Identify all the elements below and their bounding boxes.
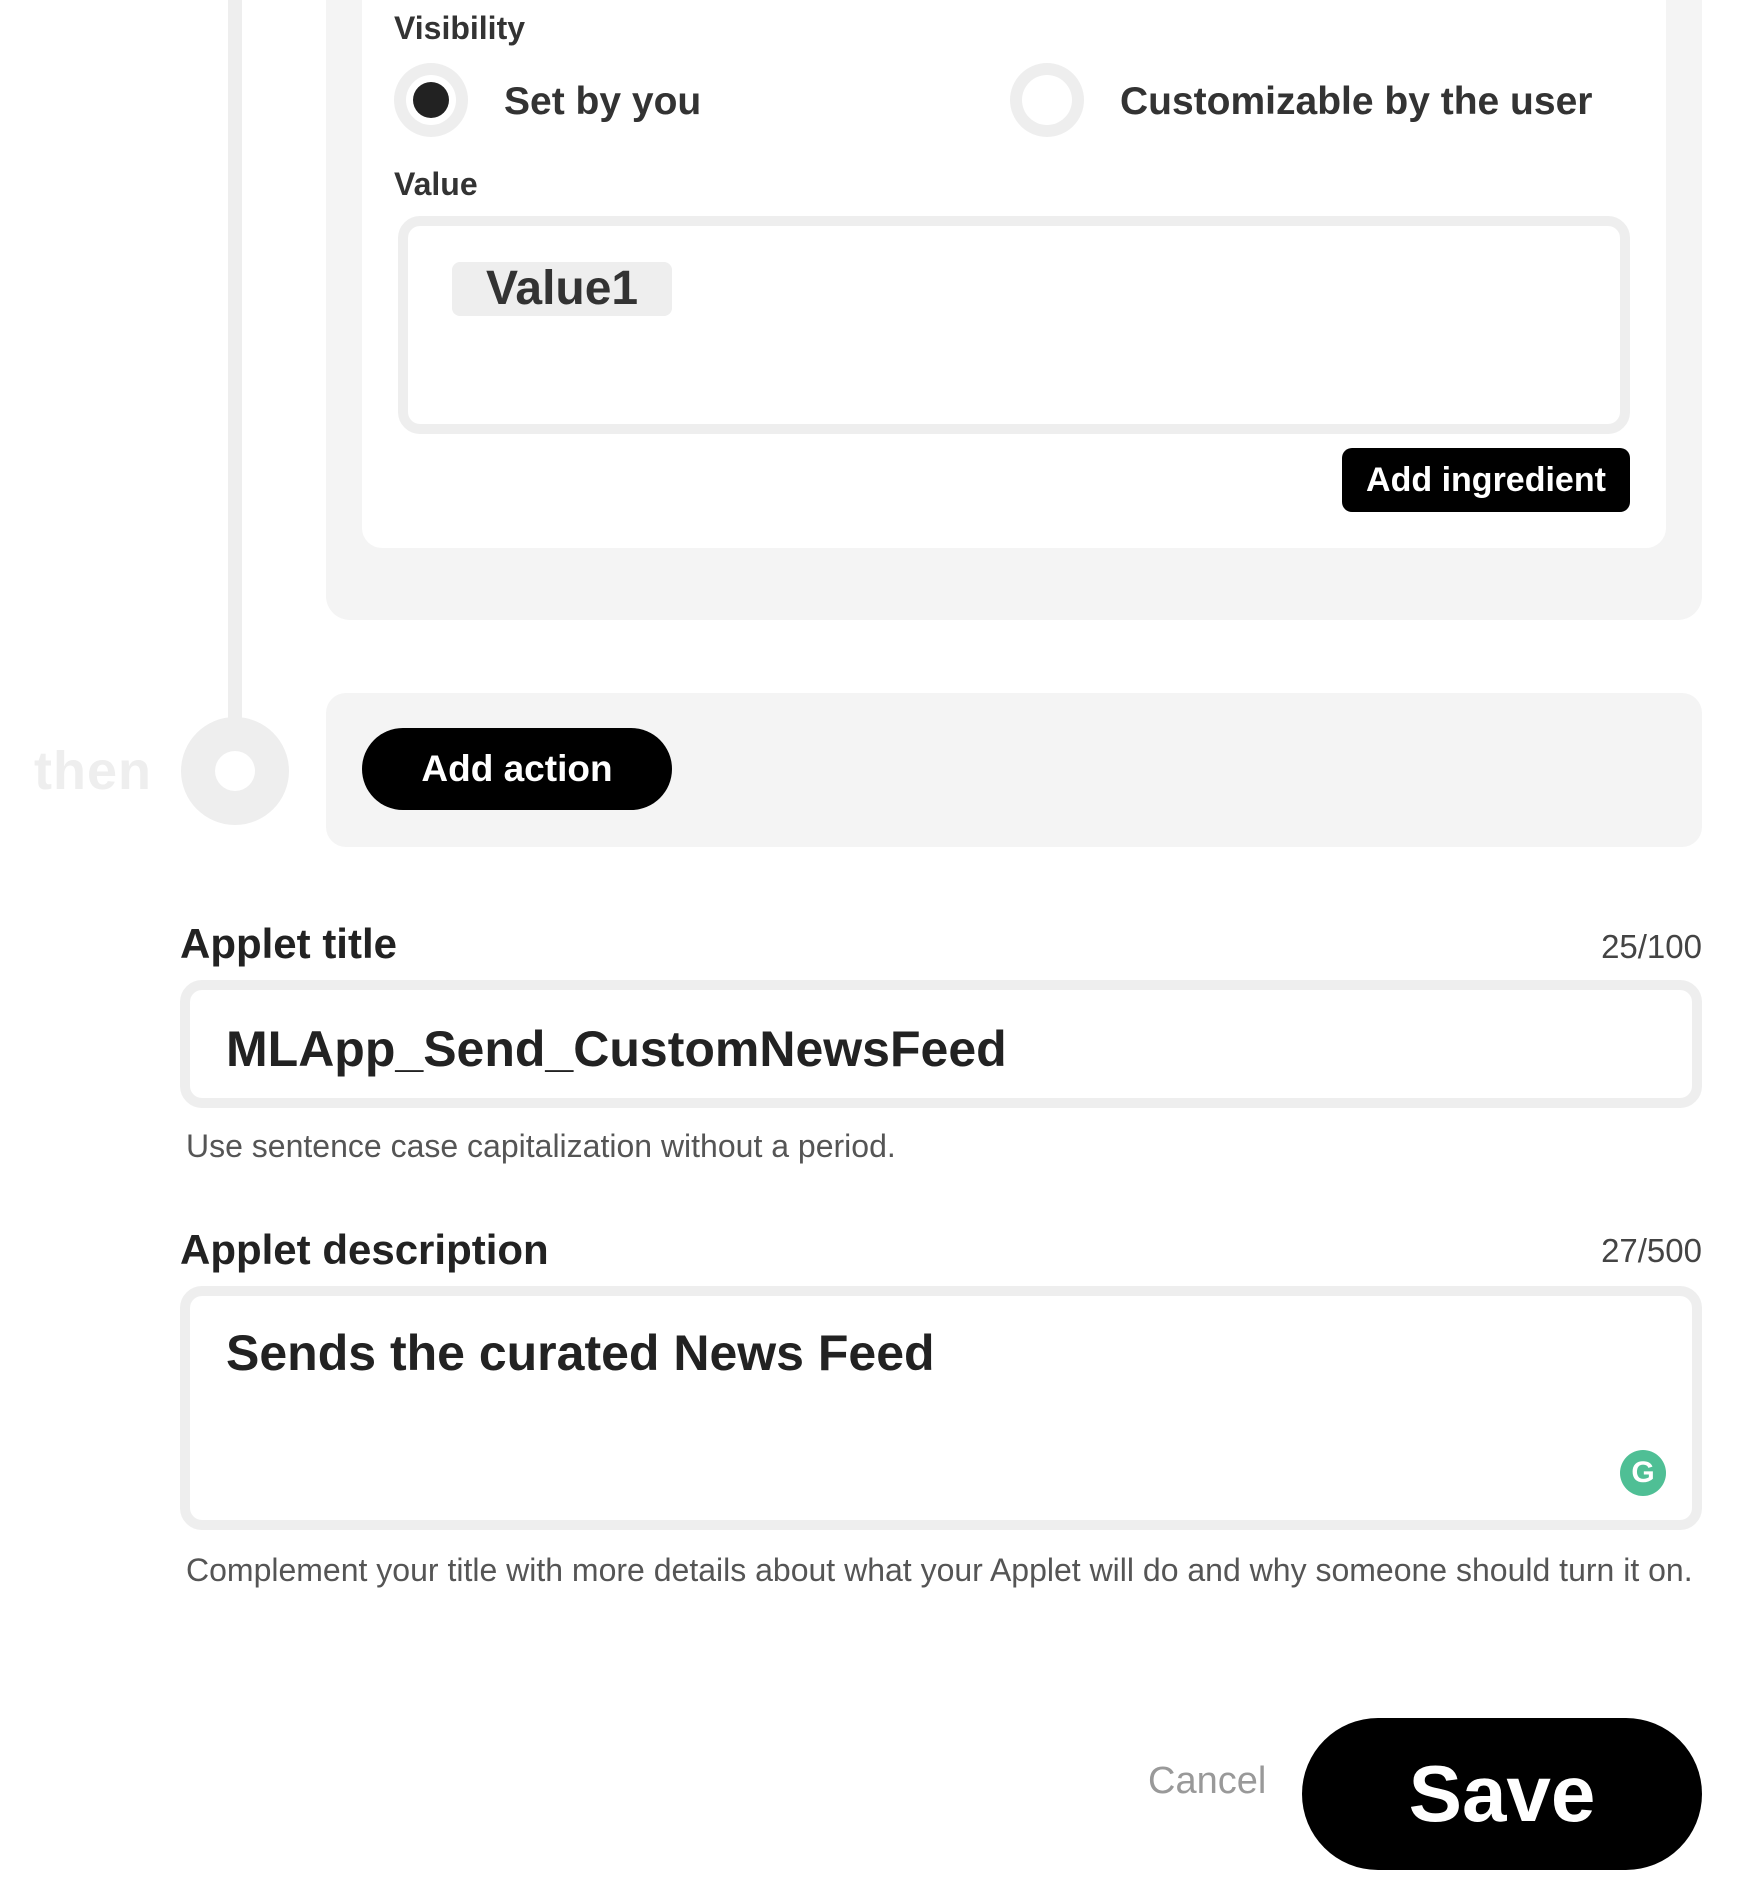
value-label: Value — [394, 166, 478, 202]
value-input[interactable]: Value1 — [398, 216, 1630, 434]
applet-description-input[interactable]: Sends the curated News Feed G — [180, 1286, 1702, 1530]
then-label: then — [34, 741, 152, 801]
radio-label-customizable[interactable]: Customizable by the user — [1120, 80, 1592, 124]
timeline-rail — [228, 0, 242, 720]
add-action-button[interactable]: Add action — [362, 728, 672, 810]
visibility-label: Visibility — [394, 10, 526, 46]
timeline-node — [181, 717, 289, 825]
radio-set-by-you[interactable] — [394, 63, 468, 137]
applet-description-helper: Complement your title with more details … — [186, 1552, 1693, 1588]
applet-title-helper: Use sentence case capitalization without… — [186, 1128, 896, 1164]
applet-description-counter: 27/500 — [1601, 1232, 1702, 1269]
cancel-button[interactable]: Cancel — [1148, 1760, 1266, 1803]
add-ingredient-button[interactable]: Add ingredient — [1342, 448, 1630, 512]
radio-selected-dot — [413, 82, 449, 118]
applet-title-label: Applet title — [180, 920, 397, 967]
applet-title-counter: 25/100 — [1601, 928, 1702, 965]
applet-title-input[interactable]: MLApp_Send_CustomNewsFeed — [180, 980, 1702, 1108]
radio-label-set-by-you[interactable]: Set by you — [504, 80, 701, 124]
applet-title-value: MLApp_Send_CustomNewsFeed — [226, 1021, 1007, 1077]
radio-customizable-by-user[interactable] — [1010, 63, 1084, 137]
save-button[interactable]: Save — [1302, 1718, 1702, 1870]
ingredient-chip[interactable]: Value1 — [452, 262, 673, 316]
applet-description-value: Sends the curated News Feed — [226, 1325, 935, 1381]
applet-description-label: Applet description — [180, 1226, 549, 1273]
applet-editor: then Visibility Set by you Customizable … — [0, 0, 1746, 1892]
grammarly-icon[interactable]: G — [1620, 1450, 1666, 1496]
